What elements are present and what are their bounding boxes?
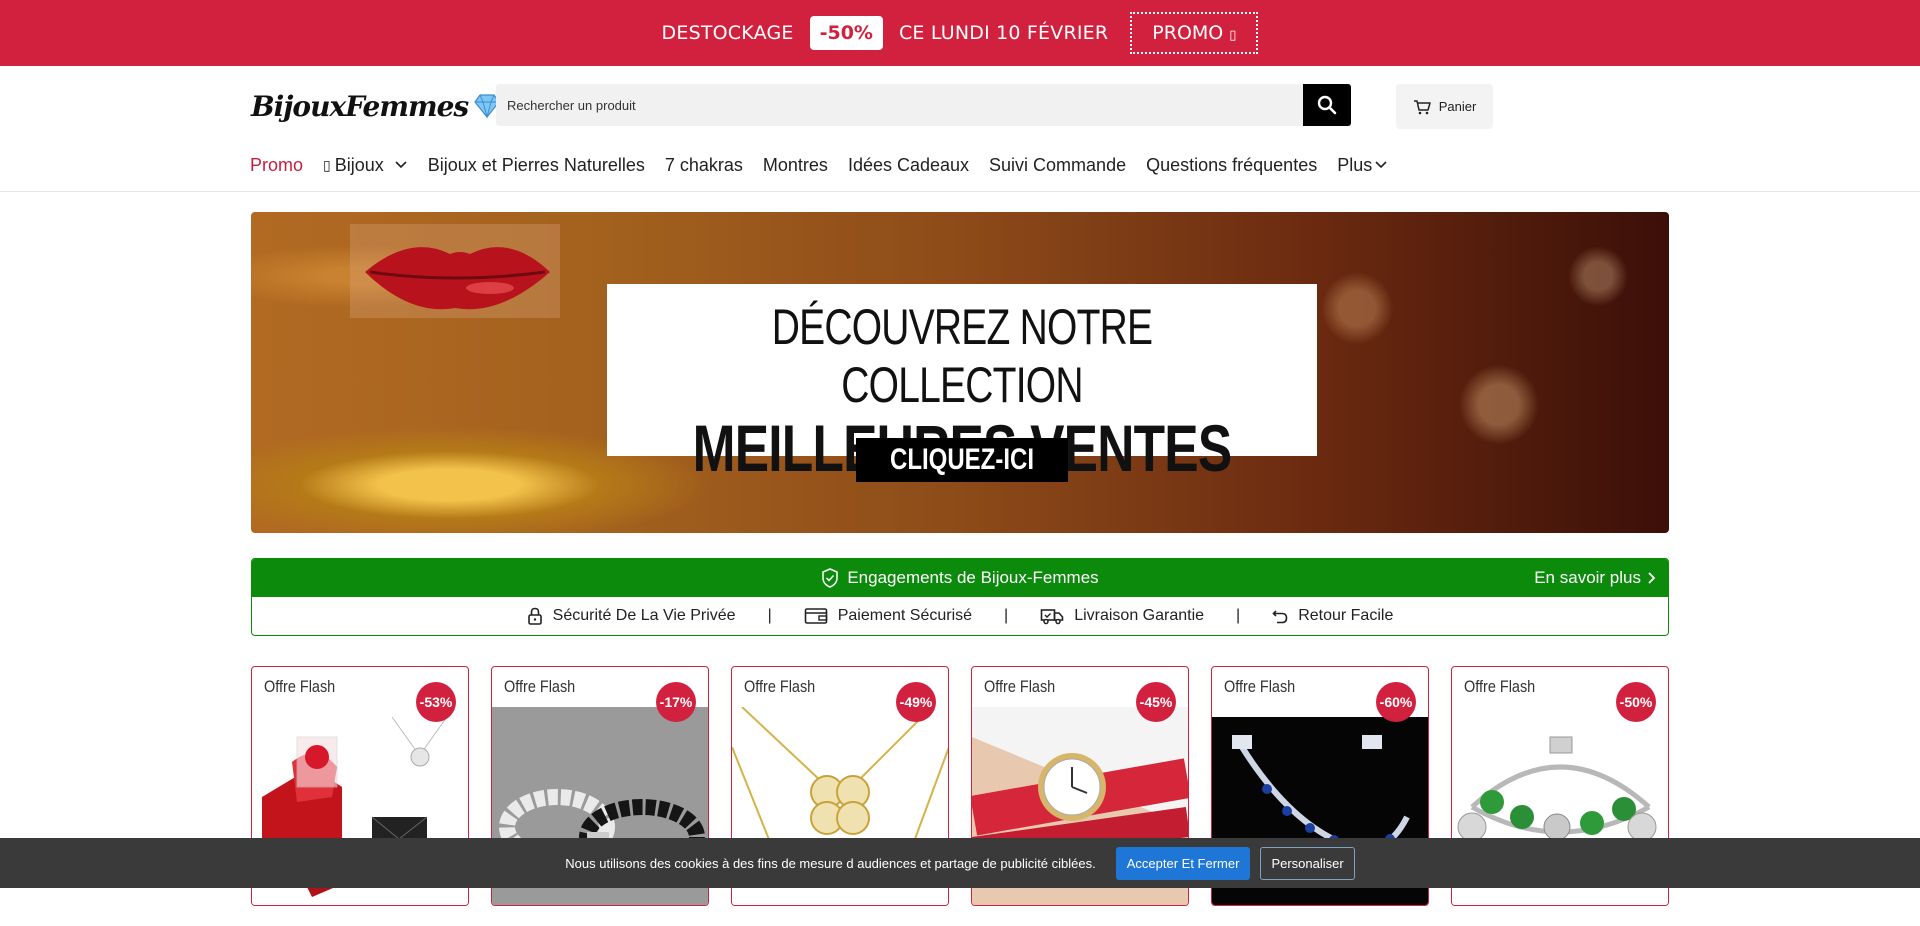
red-lips-image [350, 224, 560, 318]
nav-item-label: Questions fréquentes [1146, 154, 1318, 175]
discount-badge: -49% [896, 682, 936, 722]
search-button[interactable] [1303, 84, 1351, 126]
search-bar [496, 84, 1351, 126]
chevron-right-icon [1648, 572, 1656, 584]
nav-item-suivi-commande[interactable]: Suivi Commande [989, 155, 1126, 176]
engagement-privacy: Sécurité De La Vie Privée [527, 607, 736, 625]
hero-text-box: DÉCOUVREZ NOTRE COLLECTION MEILLEURES VE… [607, 284, 1317, 485]
cart-icon [1413, 99, 1431, 114]
separator: | [767, 607, 772, 624]
lock-icon [527, 607, 542, 625]
nav-item-promo[interactable]: Promo [250, 155, 303, 176]
nav-item-label: Montres [762, 154, 828, 175]
engagements-header: Engagements de Bijoux-Femmes En savoir p… [252, 559, 1668, 597]
engagements-panel: Engagements de Bijoux-Femmes En savoir p… [251, 558, 1669, 636]
nav-item-label: 7 chakras [664, 154, 743, 175]
nav-item-bijoux[interactable]: ▯ Bijoux [323, 155, 408, 176]
engagement-label: Sécurité De La Vie Privée [552, 607, 736, 624]
hero-cta-button[interactable]: CLIQUEZ-ICI [856, 438, 1068, 482]
nav-item-label: Suivi Commande [989, 154, 1127, 175]
nav-item-label: Plus [1337, 154, 1373, 175]
nav-item-label: Bijoux et Pierres Naturelles [427, 154, 645, 175]
card-tag: Offre Flash [504, 677, 576, 696]
card-tag: Offre Flash [1464, 677, 1536, 696]
missing-glyph-icon: ▯ [323, 156, 331, 173]
engagement-label: Livraison Garantie [1074, 607, 1205, 624]
engagement-payment: Paiement Sécurisé [804, 607, 972, 625]
promo-text-date: CE LUNDI 10 FÉVRIER [898, 22, 1109, 44]
discount-badge: -53% [416, 682, 456, 722]
main-nav: Promo ▯ Bijoux Bijoux et Pierres Naturel… [250, 150, 1388, 180]
logo-text: BijouxFemmes [251, 89, 469, 123]
nav-item-label: Promo [250, 154, 304, 175]
card-tag: Offre Flash [744, 677, 816, 696]
nav-item-idees-cadeaux[interactable]: Idées Cadeaux [848, 155, 969, 176]
hero-cta-label: CLIQUEZ-ICI [890, 443, 1034, 476]
discount-badge: -45% [1136, 682, 1176, 722]
return-icon [1272, 610, 1288, 624]
nav-item-pierres-naturelles[interactable]: Bijoux et Pierres Naturelles [428, 155, 645, 176]
missing-glyph-icon: ▯ [1229, 28, 1237, 43]
hero-banner[interactable]: DÉCOUVREZ NOTRE COLLECTION MEILLEURES VE… [251, 212, 1669, 533]
chevron-down-icon [395, 161, 407, 169]
cart-button[interactable]: Panier [1396, 84, 1493, 129]
separator: | [1236, 607, 1241, 624]
chevron-down-icon [1375, 161, 1387, 169]
nav-item-7-chakras[interactable]: 7 chakras [665, 155, 743, 176]
engagements-title: Engagements de Bijoux-Femmes [847, 568, 1099, 587]
nav-item-montres[interactable]: Montres [763, 155, 828, 176]
engagement-label: Paiement Sécurisé [837, 607, 973, 624]
promo-banner: DESTOCKAGE -50% CE LUNDI 10 FÉVRIER PROM… [0, 0, 1920, 66]
discount-badge: -17% [656, 682, 696, 722]
cookie-consent-bar: Nous utilisons des cookies à des fins de… [0, 838, 1920, 888]
search-input[interactable] [496, 84, 1303, 126]
engagements-list: Sécurité De La Vie Privée | Paiement Séc… [252, 597, 1668, 635]
wallet-icon [804, 608, 828, 624]
promo-button[interactable]: PROMO ▯ [1130, 12, 1259, 54]
nav-item-faq[interactable]: Questions fréquentes [1146, 155, 1317, 176]
promo-text-destockage: DESTOCKAGE [661, 22, 794, 44]
engagement-delivery: Livraison Garantie [1040, 607, 1204, 625]
search-icon [1317, 95, 1337, 115]
nav-item-plus[interactable]: Plus [1337, 155, 1388, 176]
cookie-message: Nous utilisons des cookies à des fins de… [565, 855, 1096, 871]
card-tag: Offre Flash [984, 677, 1056, 696]
truck-icon [1040, 609, 1064, 625]
site-header: BijouxFemmes Panier Promo ▯ Bijou [0, 66, 1920, 192]
learn-more-label: En savoir plus [1534, 568, 1641, 587]
cookie-accept-button[interactable]: Accepter Et Fermer [1115, 846, 1251, 880]
nav-item-label: Idées Cadeaux [847, 154, 970, 175]
card-tag: Offre Flash [264, 677, 336, 696]
cookie-customize-button[interactable]: Personaliser [1260, 846, 1355, 880]
discount-badge: -50% [1616, 682, 1656, 722]
site-logo[interactable]: BijouxFemmes [251, 86, 502, 126]
promo-button-label: PROMO [1152, 22, 1224, 44]
hero-heading-collection: DÉCOUVREZ NOTRE COLLECTION [771, 299, 1153, 413]
separator: | [1004, 607, 1009, 624]
cart-label: Panier [1438, 99, 1477, 114]
nav-item-label: Bijoux [334, 154, 384, 175]
shield-check-icon [822, 568, 839, 588]
engagement-return: Retour Facile [1272, 607, 1393, 625]
engagement-label: Retour Facile [1298, 607, 1394, 624]
promo-discount-badge: -50% [809, 16, 883, 50]
learn-more-link[interactable]: En savoir plus [1534, 559, 1656, 597]
discount-badge: -60% [1376, 682, 1416, 722]
card-tag: Offre Flash [1224, 677, 1296, 696]
